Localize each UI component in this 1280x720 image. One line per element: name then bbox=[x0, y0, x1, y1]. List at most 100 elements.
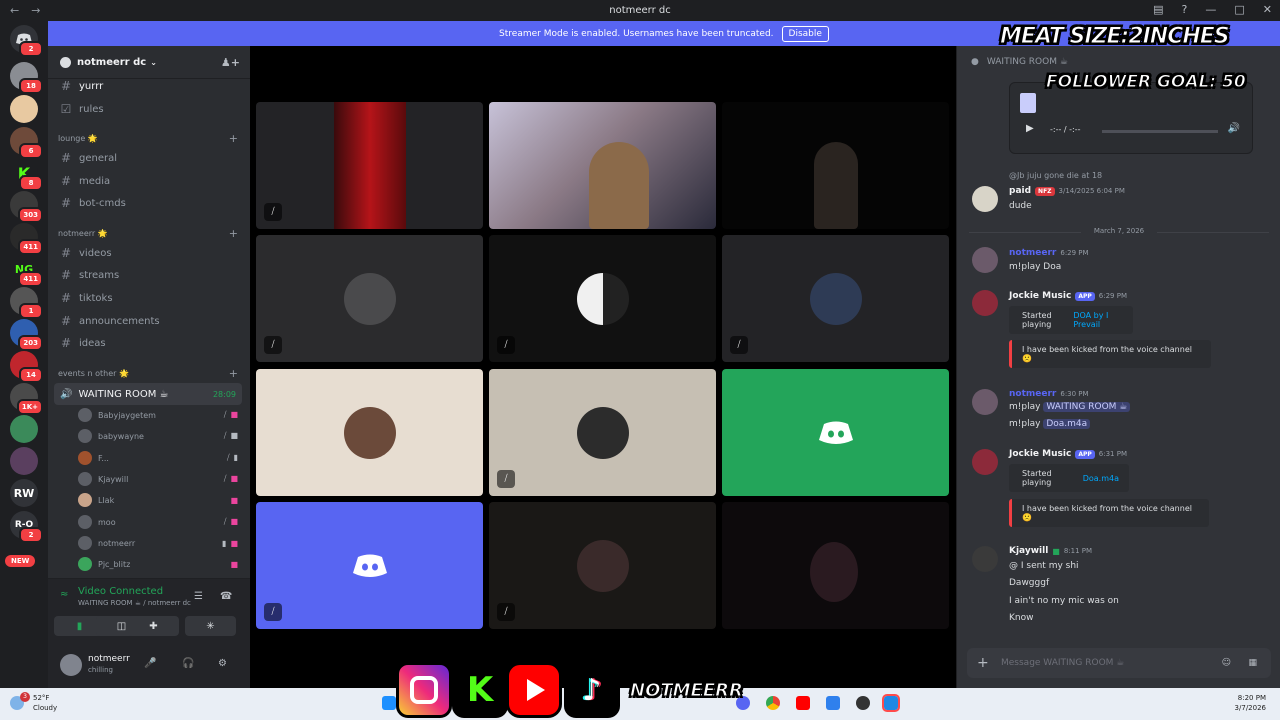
video-tile[interactable]: ⧸ bbox=[256, 102, 483, 229]
add-member-icon[interactable]: ♟+ bbox=[221, 56, 240, 69]
voice-user[interactable]: notmeerr ▮ ■ bbox=[78, 533, 238, 553]
video-tile[interactable]: ⧸ bbox=[722, 235, 949, 362]
server-icon[interactable]: 1K+ bbox=[10, 383, 43, 415]
server-icon[interactable]: R-O 2 bbox=[10, 511, 43, 543]
headphones-icon[interactable]: 🎧 bbox=[182, 658, 194, 669]
back-arrow-icon[interactable]: ← bbox=[10, 4, 19, 17]
voice-user[interactable]: Kjaywill ⧸ ■ bbox=[78, 469, 238, 489]
avatar[interactable] bbox=[972, 389, 998, 415]
voice-channel-waiting-room[interactable]: 🔊 WAITING ROOM ☕ 28:09 bbox=[54, 383, 242, 405]
home-button[interactable]: 2 bbox=[10, 25, 43, 57]
inbox-icon[interactable]: ▤ bbox=[1153, 3, 1163, 16]
apps-icon[interactable]: ▦ bbox=[1248, 658, 1257, 668]
server-icon[interactable]: 1 bbox=[10, 287, 43, 319]
track-link[interactable]: Doa.m4a bbox=[1083, 474, 1119, 483]
track-link[interactable]: DOA by I Prevail bbox=[1073, 311, 1123, 329]
obs-icon[interactable] bbox=[856, 696, 870, 710]
youtube-icon[interactable] bbox=[796, 696, 810, 710]
volume-icon[interactable]: 🔊 bbox=[1228, 123, 1240, 134]
video-tile[interactable] bbox=[722, 502, 949, 629]
category-lounge[interactable]: lounge 🌟 + bbox=[58, 132, 244, 145]
maximize-button[interactable]: □ bbox=[1234, 3, 1244, 16]
server-icon[interactable] bbox=[10, 95, 38, 123]
server-icon[interactable] bbox=[10, 447, 38, 475]
server-icon[interactable]: 14 bbox=[10, 351, 43, 383]
avatar[interactable] bbox=[972, 186, 998, 212]
kick-server-icon[interactable]: K8 bbox=[10, 159, 43, 191]
voice-user[interactable]: Pjc_blitz ■ bbox=[78, 554, 238, 574]
channel-tiktoks[interactable]: # tiktoks bbox=[58, 288, 244, 308]
avatar[interactable] bbox=[972, 247, 998, 273]
channel-rules[interactable]: ☑ rules bbox=[58, 99, 244, 119]
app-icon[interactable] bbox=[826, 696, 840, 710]
author-name[interactable]: paid bbox=[1009, 186, 1031, 196]
truncated-author[interactable]: notmeerr bbox=[1009, 389, 1056, 399]
voice-user[interactable]: babywayne ⧸ ■ bbox=[78, 426, 238, 446]
video-tile[interactable] bbox=[722, 102, 949, 229]
voice-user[interactable]: F... ⧸ ▮ bbox=[78, 448, 238, 468]
server-icon[interactable]: 203 bbox=[10, 319, 43, 351]
avatar[interactable] bbox=[972, 290, 998, 316]
channel-general[interactable]: # general bbox=[58, 148, 244, 168]
voice-status[interactable]: Video Connected bbox=[78, 586, 163, 597]
start-icon[interactable] bbox=[382, 696, 396, 710]
video-tile[interactable]: ⧸ bbox=[489, 369, 716, 496]
video-tile[interactable] bbox=[722, 369, 949, 496]
avatar[interactable] bbox=[972, 449, 998, 475]
attach-plus-icon[interactable]: + bbox=[977, 655, 989, 671]
active-window-icon[interactable] bbox=[882, 694, 900, 712]
audio-attachment[interactable]: ▶ -:-- / -:-- 🔊 bbox=[1009, 82, 1253, 154]
avatar[interactable] bbox=[60, 654, 82, 676]
video-tile[interactable]: ⧸ bbox=[256, 502, 483, 629]
video-tile[interactable]: ⧸ bbox=[256, 235, 483, 362]
video-tile[interactable] bbox=[256, 369, 483, 496]
server-icon[interactable]: NG 411 bbox=[10, 255, 43, 287]
server-icon[interactable]: 411 bbox=[10, 223, 43, 255]
server-icon[interactable]: RW bbox=[10, 479, 38, 507]
voice-user[interactable]: moo ⧸ ■ bbox=[78, 512, 238, 532]
author-name[interactable]: Jockie Music bbox=[1009, 291, 1071, 301]
forward-arrow-icon[interactable]: → bbox=[31, 4, 40, 17]
category-events[interactable]: events n other 🌟 + bbox=[58, 367, 244, 380]
category-notmeerr[interactable]: notmeerr 🌟 + bbox=[58, 227, 244, 240]
disable-button[interactable]: Disable bbox=[781, 25, 829, 42]
message-composer[interactable]: + Message WAITING ROOM ☕ ☺ ▦ bbox=[967, 648, 1271, 678]
file-mention[interactable]: Doa.m4a bbox=[1043, 419, 1091, 429]
video-tile[interactable]: ⧸ bbox=[489, 235, 716, 362]
weather-widget[interactable]: 52°F Cloudy bbox=[33, 693, 57, 713]
emoji-icon[interactable]: ☺ bbox=[1222, 658, 1231, 668]
help-icon[interactable]: ? bbox=[1182, 3, 1188, 16]
channel-bot-cmds[interactable]: # bot-cmds bbox=[58, 193, 244, 213]
channel-media[interactable]: # media bbox=[58, 171, 244, 191]
system-clock[interactable]: 8:20 PM 3/7/2026 bbox=[1235, 693, 1266, 713]
noise-suppression-icon[interactable]: ☰ bbox=[194, 591, 203, 602]
server-icon[interactable]: 303 bbox=[10, 191, 43, 223]
new-pill[interactable]: NEW bbox=[5, 555, 36, 567]
server-icon[interactable]: 6 bbox=[10, 127, 43, 159]
server-header[interactable]: notmeerr dc ⌄ ♟+ bbox=[48, 46, 250, 79]
user-status[interactable]: chilling bbox=[88, 666, 113, 674]
chrome-icon[interactable] bbox=[766, 696, 780, 710]
signal-icon[interactable]: ≈ bbox=[60, 589, 68, 600]
voice-location[interactable]: WAITING ROOM ☕ / notmeerr dc bbox=[78, 599, 191, 607]
soundboard-button[interactable]: ✳ bbox=[185, 616, 236, 636]
video-tile-active-speaker[interactable] bbox=[489, 102, 716, 229]
author-name[interactable]: Kjaywill bbox=[1009, 546, 1048, 556]
add-channel-icon[interactable]: + bbox=[229, 367, 238, 380]
voice-user[interactable]: Llak ■ bbox=[78, 490, 238, 510]
truncated-author[interactable]: notmeerr bbox=[1009, 248, 1056, 258]
channel-streams[interactable]: # streams bbox=[58, 265, 244, 285]
settings-gear-icon[interactable]: ⚙ bbox=[218, 658, 227, 669]
audio-progress[interactable] bbox=[1102, 130, 1218, 133]
add-channel-icon[interactable]: + bbox=[229, 132, 238, 145]
reply-context[interactable]: @Jb juju gone die at 18 bbox=[1009, 171, 1102, 180]
server-icon[interactable] bbox=[10, 415, 38, 443]
channel-yurrr[interactable]: # yurrr bbox=[58, 76, 244, 96]
voice-user[interactable]: Babyjaygetem ⧸ ■ bbox=[78, 405, 238, 425]
video-tile[interactable]: ⧸ bbox=[489, 502, 716, 629]
channel-videos[interactable]: # videos bbox=[58, 243, 244, 263]
add-channel-icon[interactable]: + bbox=[229, 227, 238, 240]
server-icon[interactable]: 18 bbox=[10, 62, 43, 94]
user-name[interactable]: notmeerr bbox=[88, 654, 130, 664]
channel-announcements[interactable]: # announcements bbox=[58, 311, 244, 331]
